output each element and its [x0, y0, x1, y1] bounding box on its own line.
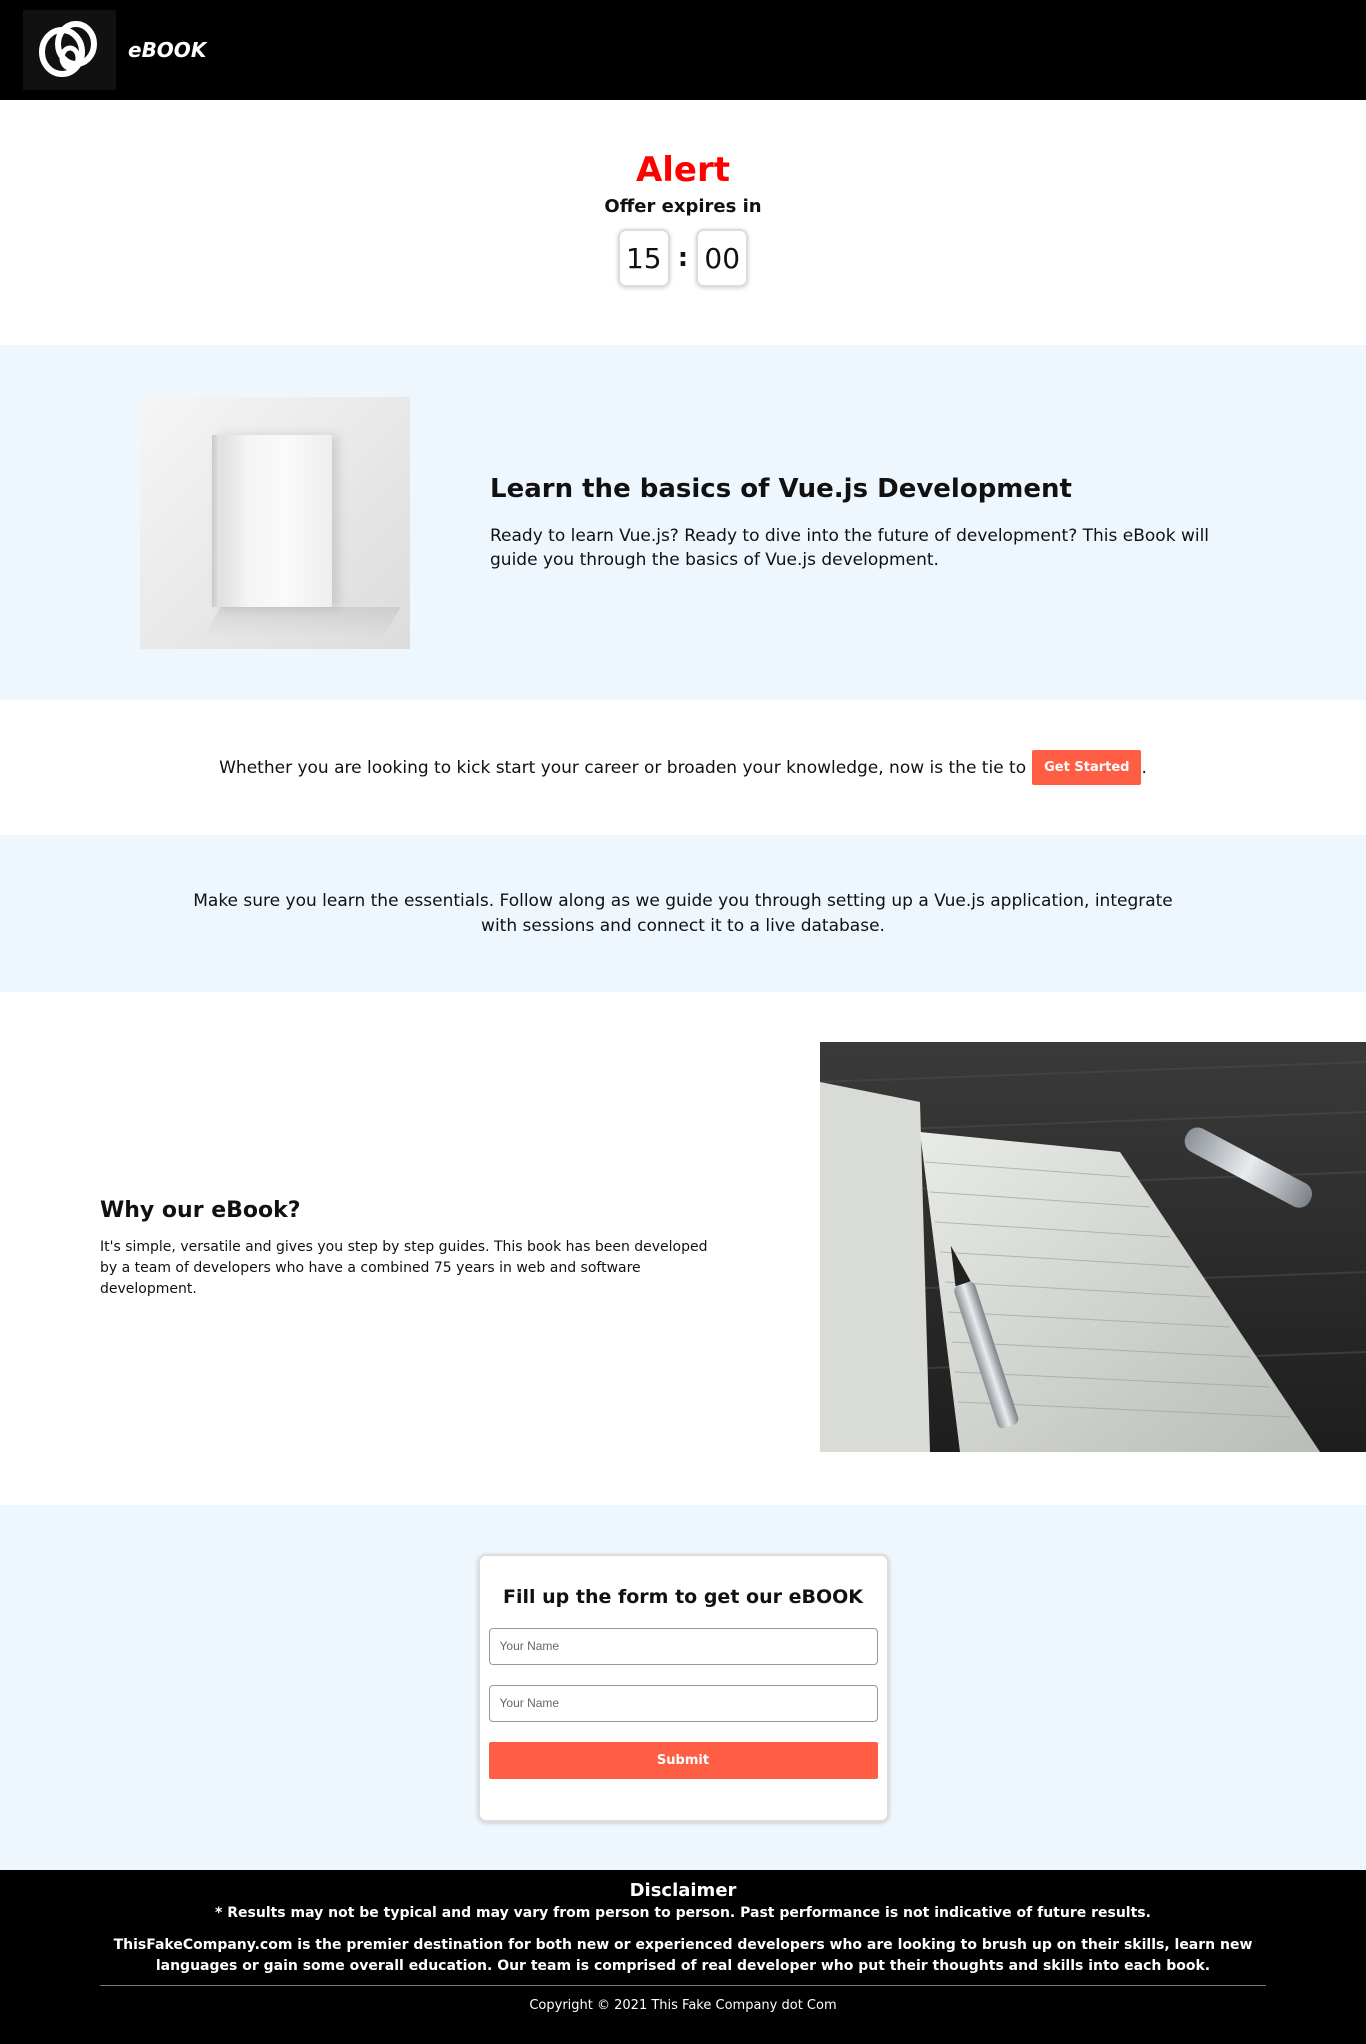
- footer-divider: [100, 1985, 1266, 1986]
- copyright-text: Copyright © 2021 This Fake Company dot C…: [529, 1998, 837, 2013]
- why-text: Why our eBook? It's simple, versatile an…: [100, 1198, 720, 1300]
- name-input-1[interactable]: [488, 1627, 878, 1665]
- top-navbar: eBOOK: [0, 0, 1366, 100]
- cta-text: Whether you are looking to kick start yo…: [219, 757, 1027, 778]
- countdown-timer: 15 : 00: [617, 229, 749, 287]
- about-company-text: ThisFakeCompany.com is the premier desti…: [113, 1937, 1253, 1974]
- brand-name[interactable]: eBOOK: [128, 38, 206, 62]
- form-title: Fill up the form to get our eBOOK: [503, 1585, 863, 1608]
- alert-title: Alert: [635, 150, 731, 190]
- submit-button[interactable]: Submit: [488, 1741, 878, 1779]
- why-description: It's simple, versatile and gives you ste…: [100, 1238, 708, 1297]
- brand-logo[interactable]: [23, 10, 116, 90]
- footer: Disclaimer * Results may not be typical …: [0, 1870, 1366, 2044]
- cta-section: Whether you are looking to kick start yo…: [0, 700, 1366, 835]
- hero-description: Ready to learn Vue.js? Ready to dive int…: [490, 525, 1210, 570]
- hero-title: Learn the basics of Vue.js Development: [490, 473, 1072, 504]
- hero-text: Learn the basics of Vue.js Development R…: [490, 474, 1250, 572]
- offer-expires-label: Offer expires in: [604, 196, 762, 217]
- disclaimer-text: * Results may not be typical and may var…: [215, 1905, 1151, 1921]
- why-title: Why our eBook?: [100, 1197, 301, 1223]
- notebook-pen-image: [820, 1042, 1366, 1452]
- essentials-section: Make sure you learn the essentials. Foll…: [0, 835, 1366, 992]
- hero-section: Learn the basics of Vue.js Development R…: [0, 345, 1366, 700]
- why-section: Why our eBook? It's simple, versatile an…: [0, 992, 1366, 1505]
- timer-minutes: 15: [617, 229, 670, 287]
- timer-seconds: 00: [696, 229, 749, 287]
- cta-trailing: .: [1141, 757, 1147, 778]
- disclaimer-title: Disclaimer: [629, 1880, 737, 1901]
- alert-section: Alert Offer expires in 15 : 00: [0, 100, 1366, 345]
- get-started-button[interactable]: Get Started: [1032, 750, 1142, 785]
- book-cover-image: [140, 396, 410, 649]
- name-input-2[interactable]: [488, 1684, 878, 1722]
- form-section: Fill up the form to get our eBOOK Submit: [0, 1505, 1366, 1870]
- essentials-text: Make sure you learn the essentials. Foll…: [193, 890, 1173, 936]
- timer-separator: :: [677, 243, 689, 273]
- signup-form: Fill up the form to get our eBOOK Submit: [477, 1553, 889, 1822]
- logo-rings-icon: [38, 21, 97, 77]
